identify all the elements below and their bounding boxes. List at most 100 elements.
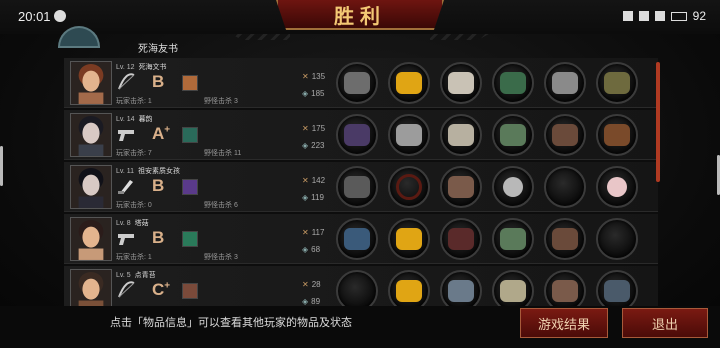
item-slot[interactable] [388, 166, 430, 208]
attack-stat: ✕ 135 [302, 72, 325, 81]
hint-text: 点击「物品信息」可以查看其他玩家的物品及状态 [110, 317, 352, 329]
item-slot[interactable] [596, 270, 638, 306]
rod-icon [604, 280, 630, 302]
exit-button[interactable]: 退出 [622, 308, 708, 338]
class-icon [182, 231, 198, 247]
attack-stat: ✕ 117 [302, 228, 324, 237]
class-icon [182, 283, 198, 299]
item-slot[interactable] [492, 166, 534, 208]
swords-icon: ✕ [302, 72, 309, 81]
swords-icon: ✕ [302, 228, 309, 237]
attack-stat: ✕ 28 [302, 280, 321, 289]
player-name: 暮韵 [138, 116, 153, 123]
self-name: 死海友书 [138, 44, 178, 55]
edge-handle-left[interactable] [0, 146, 3, 186]
item-slot[interactable] [336, 270, 378, 306]
level-text: Lv. 12 [116, 64, 135, 71]
player-row[interactable]: Lv. 14 暮韵 A+ 玩家击杀: 7 野怪击杀 11 ✕ 175 ◈ 223 [64, 110, 658, 160]
item-slot[interactable] [440, 218, 482, 260]
status-icons: 92 [622, 9, 706, 23]
battery-level: 92 [692, 9, 706, 23]
grade-badge: B [152, 72, 164, 92]
knight-helmet-icon [396, 124, 422, 146]
item-slot[interactable] [596, 218, 638, 260]
player-row[interactable]: Lv. 11 祖安素质女孩 B 玩家击杀: 0 野怪击杀 6 ✕ 142 ◈ 119 [64, 162, 658, 212]
shield-icon: ◈ [302, 193, 309, 202]
shield-icon: ◈ [302, 245, 309, 254]
page-title: 胜利 [334, 5, 386, 28]
shield-icon: ◈ [302, 297, 309, 306]
defense-value: 89 [311, 297, 321, 306]
scrollbar[interactable] [656, 62, 660, 182]
item-slot[interactable] [440, 270, 482, 306]
player-list[interactable]: Lv. 12 死海文书 B 玩家击杀: 1 野怪击杀 3 ✕ 135 ◈ 185 Lv. 14 暮韵… [64, 58, 658, 306]
item-slot[interactable] [336, 218, 378, 260]
swords-icon: ✕ [302, 124, 309, 133]
defense-value: 68 [311, 245, 321, 254]
grade-letter: B [152, 72, 165, 91]
player-row[interactable]: Lv. 8 塔菇 B 玩家击杀: 1 野怪击杀 3 ✕ 117 ◈ 68 [64, 214, 658, 264]
attack-value: 135 [311, 72, 326, 81]
pearl-icon [607, 177, 627, 197]
item-slot[interactable] [596, 114, 638, 156]
item-slot[interactable] [544, 114, 586, 156]
player-avatar [70, 113, 112, 157]
item-slot[interactable] [440, 166, 482, 208]
bag-icon [448, 228, 474, 250]
item-slot[interactable] [336, 166, 378, 208]
item-slot[interactable] [492, 218, 534, 260]
grade-letter: B [152, 228, 165, 247]
player-level: Lv. 5 点青苔 [116, 270, 156, 280]
player-row[interactable]: Lv. 12 死海文书 B 玩家击杀: 1 野怪击杀 3 ✕ 135 ◈ 185 [64, 58, 658, 108]
shoe-icon [552, 280, 578, 302]
bracer-icon [500, 228, 526, 250]
player-level: Lv. 11 祖安素质女孩 [116, 166, 180, 176]
grade-badge: C+ [152, 280, 170, 300]
bracer-icon [500, 124, 526, 146]
helmet-icon [396, 228, 422, 250]
item-slot[interactable] [492, 114, 534, 156]
item-slot[interactable] [440, 62, 482, 104]
defense-stat: ◈ 185 [302, 89, 325, 98]
revolver-icon [344, 124, 370, 146]
item-slot[interactable] [388, 218, 430, 260]
status-time: 20:01 [18, 9, 51, 24]
ring-icon [396, 174, 422, 200]
player-kills: 玩家击杀: 1 [116, 98, 152, 105]
cross-icon [604, 124, 630, 146]
wifi-icon [622, 11, 633, 21]
level-text: Lv. 5 [116, 272, 131, 279]
grade-letter: C [152, 280, 165, 299]
battery-icon [670, 11, 687, 21]
player-name: 塔菇 [134, 220, 149, 227]
dragon-shoe-icon [552, 124, 578, 146]
sword-icon [344, 176, 370, 198]
item-slot[interactable] [492, 270, 534, 306]
item-slot[interactable] [336, 62, 378, 104]
attack-value: 142 [311, 176, 326, 185]
item-slot[interactable] [336, 114, 378, 156]
defense-value: 223 [311, 141, 325, 150]
grade-modifier: + [164, 280, 171, 292]
item-slot[interactable] [388, 62, 430, 104]
item-slot[interactable] [440, 114, 482, 156]
monster-kills: 野怪击杀 6 [204, 202, 238, 209]
item-slot[interactable] [596, 166, 638, 208]
item-slot[interactable] [596, 62, 638, 104]
item-slot[interactable] [544, 270, 586, 306]
notification-icon [54, 10, 66, 22]
signal-icon-2 [654, 11, 665, 21]
gatling-icon [552, 72, 578, 94]
item-slot[interactable] [544, 166, 586, 208]
player-level: Lv. 14 暮韵 [116, 114, 153, 124]
item-slot[interactable] [544, 62, 586, 104]
attack-stat: ✕ 175 [302, 124, 325, 133]
game-result-button[interactable]: 游戏结果 [520, 308, 608, 338]
item-slot[interactable] [388, 114, 430, 156]
item-slot[interactable] [388, 270, 430, 306]
item-slot[interactable] [492, 62, 534, 104]
player-name: 点青苔 [134, 272, 156, 279]
player-row[interactable]: Lv. 5 点青苔 C+ ✕ 28 ◈ 89 [64, 266, 658, 306]
player-kills: 玩家击杀: 7 [116, 150, 152, 157]
item-slot[interactable] [544, 218, 586, 260]
